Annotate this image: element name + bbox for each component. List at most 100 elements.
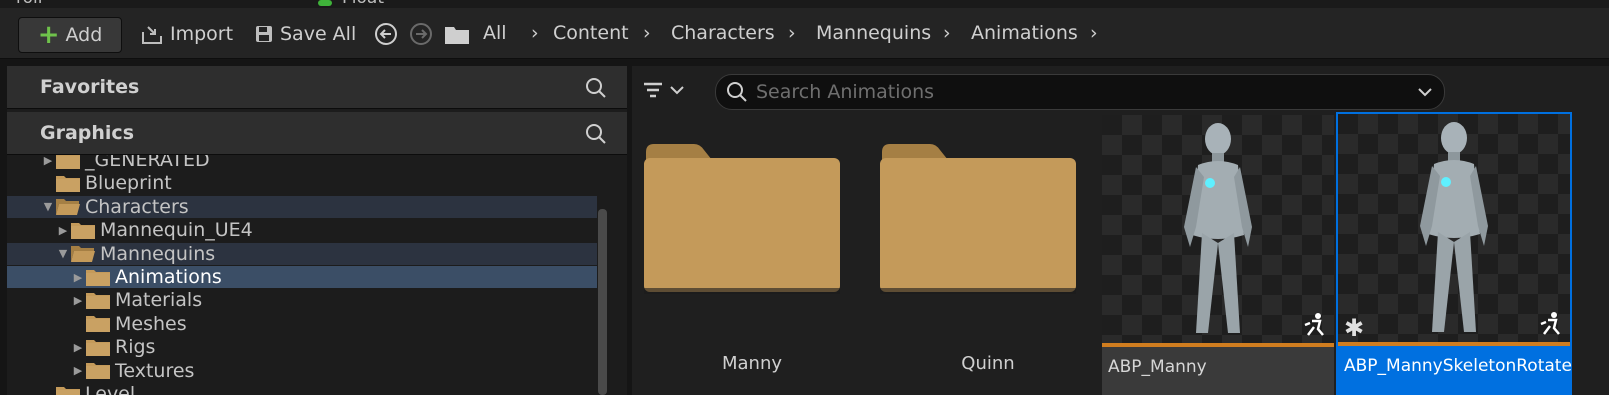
float-pin-icon (318, 0, 332, 6)
unsaved-asterisk-icon: ✱ (1344, 314, 1365, 342)
add-label: Add (65, 24, 103, 46)
graphics-header[interactable]: Graphics (7, 112, 627, 155)
folder-tile-manny[interactable]: Manny (636, 115, 868, 395)
tree-folder-icon-wrap (85, 338, 115, 357)
prev-row-label: roll (16, 0, 42, 8)
tree-item-label: Meshes (115, 312, 187, 335)
content-browser-toolbar: + Add Import Save All All › Content › Ch… (0, 8, 1609, 59)
favorites-header[interactable]: Favorites (7, 66, 627, 109)
breadcrumb-separator-icon[interactable]: › (643, 22, 651, 44)
favorites-label: Favorites (40, 76, 140, 98)
folder-icon (86, 292, 110, 309)
folder-icon (86, 316, 110, 333)
prev-row-type: Float (342, 0, 384, 8)
tree-item[interactable]: ▶ _GENERATED (7, 155, 597, 171)
folder-icon (71, 222, 95, 239)
asset-label: ABP_MannySkeletonRotate (1344, 356, 1572, 376)
folder-open-icon (56, 199, 80, 216)
filter-button[interactable] (642, 80, 684, 100)
forward-arrow-icon[interactable] (409, 22, 433, 46)
back-arrow-icon[interactable] (374, 22, 398, 46)
folder-icon (56, 155, 80, 169)
folder-open-icon (71, 246, 95, 263)
animation-type-icon (1304, 313, 1324, 336)
folder-label: Quinn (961, 353, 1015, 374)
search-icon[interactable] (585, 77, 607, 99)
previous-panel-strip: roll Float (0, 0, 1609, 8)
mannequin-icon (1184, 123, 1252, 333)
expand-arrow-icon[interactable]: ▶ (56, 224, 70, 237)
tree-item-label: Rigs (115, 336, 156, 359)
tree-item[interactable]: ▶ Textures (7, 360, 597, 382)
tree-item-label: Blueprint (85, 172, 172, 195)
filter-icon (644, 82, 662, 98)
tree-item[interactable]: Blueprint (7, 172, 597, 194)
folder-tree: ▶ _GENERATED Blueprint ▼ Characters ▶ Mannequi… (7, 155, 599, 395)
tree-folder-icon-wrap (85, 314, 115, 333)
folder-icon (644, 144, 840, 294)
expand-arrow-icon[interactable]: ▶ (71, 364, 85, 377)
asset-label: ABP_Manny (1108, 357, 1207, 377)
tree-folder-icon-wrap (55, 385, 85, 395)
import-icon (142, 26, 162, 44)
asset-tile-abp-manny[interactable]: ABP_Manny (1102, 115, 1334, 395)
breadcrumb-mannequins[interactable]: Mannequins (816, 22, 931, 44)
import-button[interactable]: Import (140, 17, 233, 51)
breadcrumb-content[interactable]: Content (553, 22, 629, 44)
tree-item[interactable]: ▶ Rigs (7, 336, 597, 358)
tree-folder-icon-wrap (85, 291, 115, 310)
breadcrumb-separator-icon[interactable]: › (943, 22, 951, 44)
expand-arrow-icon[interactable]: ▶ (41, 155, 55, 167)
breadcrumb-separator-icon[interactable]: › (531, 22, 539, 44)
tree-item-label: Mannequin_UE4 (100, 219, 253, 242)
folder-icon (880, 144, 1076, 294)
tree-folder-icon-wrap (70, 244, 100, 263)
breadcrumb-separator-icon[interactable]: › (1090, 22, 1098, 44)
chevron-down-icon[interactable] (1418, 87, 1432, 97)
folder-icon (86, 339, 110, 356)
breadcrumb-separator-icon[interactable]: › (788, 22, 796, 44)
expand-arrow-icon[interactable]: ▶ (71, 341, 85, 354)
tree-item-label: Materials (115, 289, 203, 312)
tree-item[interactable]: ▼ Mannequins (7, 242, 597, 265)
tree-folder-icon-wrap (55, 197, 85, 216)
breadcrumb-animations[interactable]: Animations (971, 22, 1078, 44)
tree-item[interactable]: ▼ Characters (7, 195, 597, 218)
tree-item[interactable]: Meshes (7, 313, 597, 335)
import-label: Import (170, 23, 234, 45)
search-placeholder: Search Animations (756, 81, 935, 103)
tree-item[interactable]: ▶ Mannequin_UE4 (7, 219, 597, 241)
search-icon[interactable] (585, 123, 607, 145)
mannequin-icon (1420, 122, 1488, 332)
tree-folder-icon-wrap (55, 155, 85, 170)
tree-item-label: Animations (115, 266, 222, 288)
folder-icon (56, 175, 80, 192)
folder-tile-quinn[interactable]: Quinn (872, 115, 1104, 395)
tree-item[interactable]: Level (7, 383, 597, 395)
expand-arrow-icon[interactable]: ▶ (71, 294, 85, 307)
tree-item-label: Level (85, 383, 136, 395)
plus-icon: + (37, 20, 60, 50)
asset-tile-abp-mannyskeletonrotate[interactable]: ✱ ABP_MannySkeletonRotate (1336, 112, 1572, 395)
add-button[interactable]: + Add (18, 17, 122, 53)
expand-arrow-icon[interactable]: ▶ (71, 271, 85, 284)
save-all-label: Save All (280, 23, 357, 45)
search-icon (727, 82, 747, 102)
tree-item-label: Textures (115, 359, 195, 382)
collapse-arrow-icon[interactable]: ▼ (56, 247, 70, 260)
tree-folder-icon-wrap (85, 268, 115, 287)
breadcrumb-characters[interactable]: Characters (671, 22, 775, 44)
tree-scrollbar[interactable] (598, 209, 607, 395)
search-input[interactable]: Search Animations (715, 74, 1445, 110)
collapse-arrow-icon[interactable]: ▼ (41, 200, 55, 213)
save-all-button[interactable]: Save All (254, 17, 356, 51)
tree-item[interactable]: ▶ Animations (7, 266, 597, 288)
folder-icon (86, 363, 110, 380)
tree-item-label: Characters (85, 195, 189, 218)
folder-label: Manny (721, 353, 783, 374)
asset-view-panel: Search Animations Manny Quinn ABP_Manny … (632, 66, 1609, 395)
save-icon (256, 26, 272, 42)
breadcrumb-all[interactable]: All (483, 22, 507, 44)
folder-icon (86, 269, 110, 286)
tree-item[interactable]: ▶ Materials (7, 289, 597, 311)
